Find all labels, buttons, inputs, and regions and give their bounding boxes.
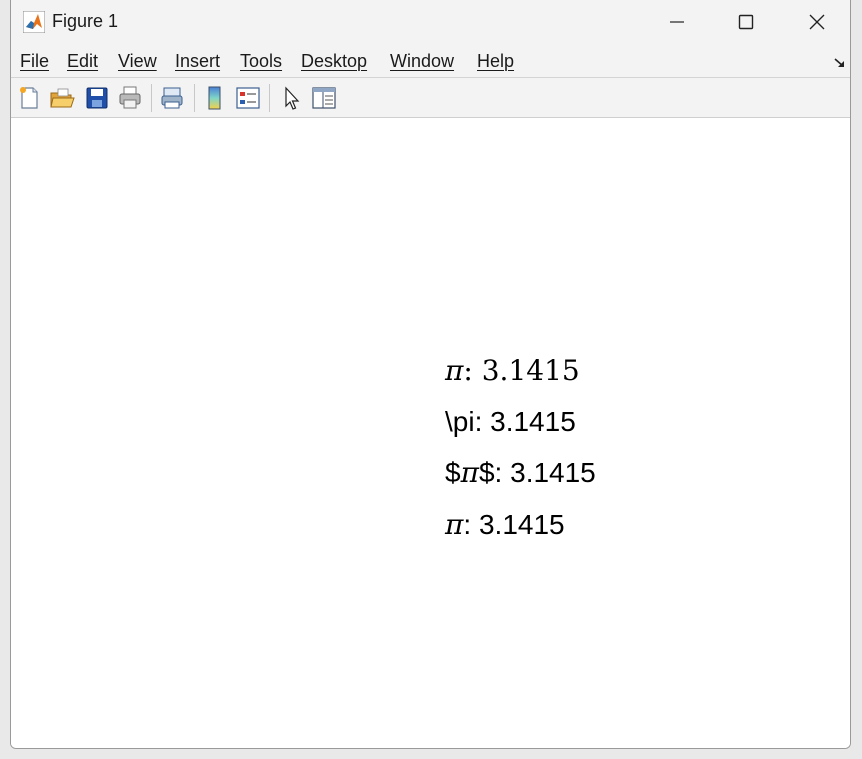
- text-prefix: $: [445, 457, 461, 488]
- figure-window: Figure 1 File Edit View Insert Tools Des…: [10, 0, 851, 749]
- minimize-icon: [670, 21, 684, 23]
- text-value: \pi: 3.1415: [445, 406, 576, 437]
- maximize-icon: [738, 14, 754, 30]
- text-object-3[interactable]: $π$: 3.1415: [445, 456, 596, 489]
- title-bar[interactable]: Figure 1: [11, 0, 850, 44]
- cursor-arrow-icon[interactable]: [279, 85, 305, 111]
- print-preview-icon[interactable]: [159, 85, 185, 111]
- close-icon: [809, 14, 825, 30]
- dock-figure-icon[interactable]: [833, 56, 847, 70]
- menu-file[interactable]: File: [20, 51, 49, 72]
- minimize-button[interactable]: [654, 6, 700, 38]
- toolbar-separator: [269, 84, 270, 112]
- menu-bar: File Edit View Insert Tools Desktop Wind…: [11, 44, 850, 78]
- menu-view[interactable]: View: [118, 51, 157, 72]
- menu-insert[interactable]: Insert: [175, 51, 220, 72]
- new-figure-icon[interactable]: [16, 85, 42, 111]
- open-folder-icon[interactable]: [49, 85, 75, 111]
- legend-icon[interactable]: [235, 85, 261, 111]
- menu-tools[interactable]: Tools: [240, 51, 282, 72]
- property-inspector-icon[interactable]: [311, 85, 337, 111]
- text-object-1[interactable]: π: 3.1415: [445, 354, 580, 387]
- menu-desktop[interactable]: Desktop: [301, 51, 367, 72]
- text-object-2[interactable]: \pi: 3.1415: [445, 406, 576, 438]
- menu-edit[interactable]: Edit: [67, 51, 98, 72]
- menu-window[interactable]: Window: [390, 51, 454, 72]
- text-value: : 3.1415: [463, 509, 565, 540]
- toolbar-separator: [194, 84, 195, 112]
- print-icon[interactable]: [117, 85, 143, 111]
- figure-canvas[interactable]: π: 3.1415 \pi: 3.1415 $π$: 3.1415 π: 3.1…: [11, 118, 850, 748]
- maximize-button[interactable]: [723, 6, 769, 38]
- toolbar-separator: [151, 84, 152, 112]
- text-value: $: 3.1415: [478, 457, 596, 488]
- text-value: : 3.1415: [463, 354, 580, 387]
- matlab-logo-icon: [23, 11, 45, 33]
- colorbar-icon[interactable]: [202, 85, 228, 111]
- menu-help[interactable]: Help: [477, 51, 514, 72]
- figure-toolbar: [11, 78, 850, 118]
- pi-symbol: π: [445, 354, 464, 387]
- pi-symbol: π: [460, 456, 479, 489]
- save-icon[interactable]: [84, 85, 110, 111]
- window-title: Figure 1: [52, 11, 119, 31]
- close-button[interactable]: [794, 6, 840, 38]
- pi-symbol: π: [445, 508, 464, 541]
- text-object-4[interactable]: π: 3.1415: [445, 508, 565, 541]
